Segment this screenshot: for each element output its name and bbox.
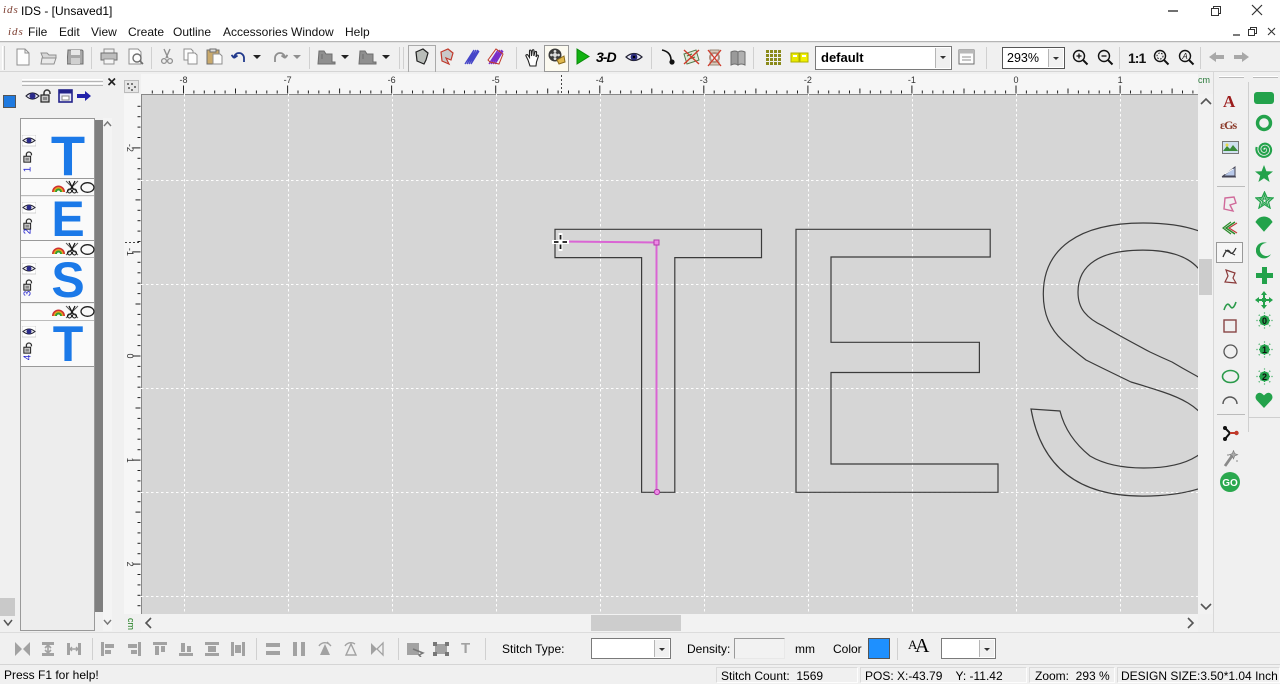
svg-text:2: 2 — [1262, 372, 1267, 382]
svg-text:0: 0 — [1262, 316, 1267, 326]
svg-text:A: A — [1181, 52, 1187, 61]
svg-text:-1: -1 — [908, 75, 916, 85]
svg-text:cm: cm — [126, 618, 136, 630]
svg-text:1: 1 — [1118, 75, 1123, 85]
svg-text:GO: GO — [1222, 478, 1238, 489]
svg-text:-1: -1 — [125, 248, 135, 256]
svg-text:cm: cm — [1198, 75, 1210, 85]
svg-text:-5: -5 — [492, 75, 500, 85]
svg-text:1: 1 — [125, 458, 135, 463]
svg-text:-2: -2 — [125, 144, 135, 152]
svg-text:1: 1 — [1262, 345, 1267, 355]
svg-text:-8: -8 — [179, 75, 187, 85]
svg-text:2: 2 — [125, 562, 135, 567]
svg-text:-6: -6 — [388, 75, 396, 85]
svg-text:0: 0 — [125, 353, 135, 358]
svg-text:-3: -3 — [700, 75, 708, 85]
svg-text:-7: -7 — [284, 75, 292, 85]
svg-text:-4: -4 — [596, 75, 604, 85]
svg-text:0: 0 — [1013, 75, 1018, 85]
svg-text:-2: -2 — [804, 75, 812, 85]
